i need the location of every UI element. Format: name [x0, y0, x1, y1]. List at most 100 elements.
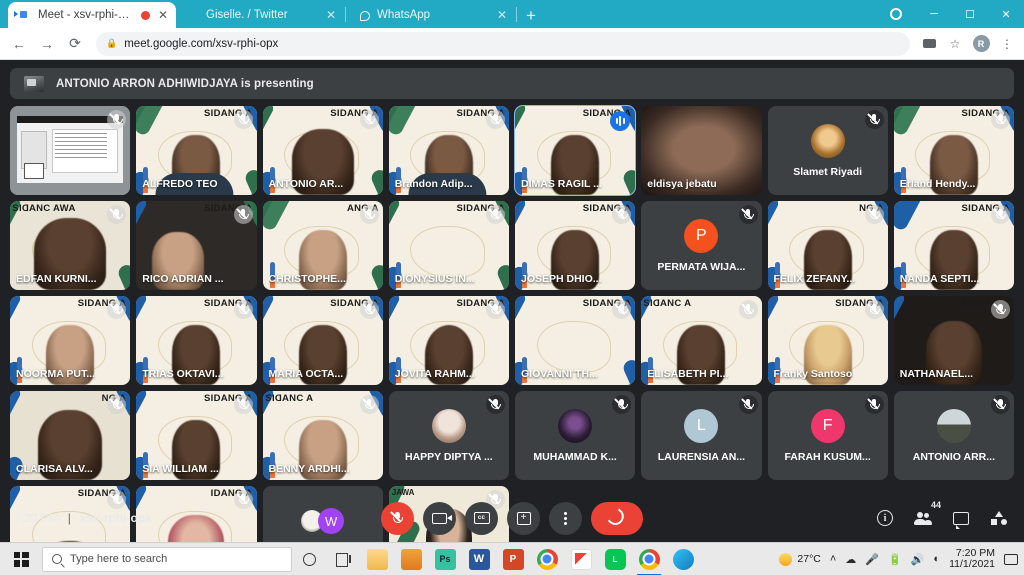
bookmark-star-icon[interactable]: ☆	[944, 33, 966, 55]
presentation-thumbnail-icon	[24, 75, 44, 92]
tile-screenshare[interactable]	[10, 106, 131, 195]
task-view-icon	[335, 553, 351, 567]
chrome-icon	[536, 548, 558, 570]
captions-button[interactable]: cc	[465, 501, 498, 535]
mic-off-icon	[486, 110, 505, 129]
tile-participant[interactable]: SIDANG A NOORMA PUT...	[10, 296, 131, 385]
taskbar-search-input[interactable]: Type here to search	[42, 546, 292, 572]
mic-off-icon	[991, 205, 1010, 224]
present-now-button[interactable]	[507, 501, 540, 535]
tile-participant[interactable]: SIDANG A ANTONIO AR...	[262, 106, 383, 195]
tile-participant[interactable]: NG A CLARISA ALV...	[10, 391, 131, 480]
tile-participant[interactable]: eldisya jebatu	[641, 106, 762, 195]
avatar: F	[810, 408, 845, 443]
tab-meet[interactable]: Meet - xsv-rphi-opx ✕	[8, 2, 176, 28]
google-meet-app: ANTONIO ARRON ADHIWIDJAYA is presenting …	[0, 61, 1024, 575]
battery-icon[interactable]: 🔋	[888, 553, 902, 566]
close-window-button[interactable]: ✕	[988, 0, 1024, 28]
tile-participant[interactable]: MUHAMMAD K...	[515, 391, 636, 480]
tile-participant[interactable]: SIDANG A SIA WILLIAM ...	[136, 391, 257, 480]
edge-button[interactable]	[666, 543, 700, 575]
word-button[interactable]: W	[462, 543, 496, 575]
tab-close-icon[interactable]: ✕	[495, 9, 509, 21]
participant-name: Slamet Riyadi	[793, 165, 863, 178]
tile-participant[interactable]: NG A FELIX ZEFANY...	[767, 201, 888, 290]
profile-avatar[interactable]: R	[970, 33, 992, 55]
tile-participant[interactable]: Slamet Riyadi	[767, 106, 888, 195]
reload-button[interactable]: ⟳	[62, 31, 88, 57]
onedrive-icon[interactable]: ☁	[845, 553, 856, 566]
file-explorer-button[interactable]	[360, 543, 394, 575]
mic-off-icon	[864, 205, 884, 224]
chrome-menu-button[interactable]: ⋮	[996, 33, 1018, 55]
microphone-off-button[interactable]	[381, 501, 414, 535]
volume-icon[interactable]: 🔊	[911, 553, 925, 566]
leave-call-button[interactable]	[591, 501, 643, 535]
tab-twitter[interactable]: Giselle. / Twitter ✕	[176, 2, 344, 28]
task-view-button[interactable]	[326, 543, 360, 575]
tile-participant[interactable]: A ƆИADIƧ BENNY ARDHI...	[262, 391, 383, 480]
forward-button[interactable]: →	[34, 31, 60, 57]
tile-participant[interactable]: L LAURENSIA AN...	[641, 391, 762, 480]
taskbar-clock[interactable]: 7:20 PM 11/1/2021	[949, 547, 995, 571]
cortana-button[interactable]	[292, 543, 326, 575]
tile-participant[interactable]: SIDANG A NANDA SEPTI...	[893, 201, 1014, 290]
minimize-button[interactable]: ─	[916, 0, 952, 28]
activities-button[interactable]	[988, 507, 1010, 529]
tab-title: Giselle. / Twitter	[206, 9, 288, 21]
microsoft-store-button[interactable]	[394, 543, 428, 575]
mic-off-icon	[991, 395, 1010, 414]
tile-participant[interactable]: SIDANG A DIONYSIUS IN...	[388, 201, 509, 290]
wifi-icon[interactable]: ◐	[933, 553, 940, 565]
tile-participant[interactable]: SIDANG A TRIAS OKTAVI...	[136, 296, 257, 385]
more-options-button[interactable]	[549, 501, 582, 535]
tile-participant[interactable]: ANTONIO ARR...	[893, 391, 1014, 480]
tile-participant[interactable]: F FARAH KUSUM...	[767, 391, 888, 480]
tile-participant[interactable]: SIDANG A ALFREDO TEO	[136, 106, 257, 195]
tab-title: Meet - xsv-rphi-opx	[38, 9, 135, 21]
chrome-active-button[interactable]	[632, 543, 666, 575]
tab-close-icon[interactable]: ✕	[324, 9, 338, 21]
tile-participant-speaking[interactable]: SIDANG A DIMAS RAGIL ...	[513, 105, 637, 196]
show-everyone-button[interactable]: 44	[912, 500, 941, 529]
camera-button[interactable]	[423, 501, 456, 535]
avatar-tile: ANTONIO ARR...	[894, 408, 1014, 463]
tile-participant[interactable]: SIDANG A MARIA OCTA...	[262, 296, 383, 385]
back-button[interactable]: ←	[6, 31, 32, 57]
tile-participant[interactable]: SIDANG A JOSEPH DHIO...	[515, 201, 636, 290]
tile-participant[interactable]: AWA ƆИADIƧ EDFAN KURNI...	[10, 201, 131, 290]
line-button[interactable]: L	[598, 543, 632, 575]
tile-participant[interactable]: ANG A CHRISTOPHE...	[262, 201, 383, 290]
clock-date: 11/1/2021	[949, 558, 995, 570]
tile-participant[interactable]: P PERMATA WIJA...	[641, 201, 762, 290]
new-tab-button[interactable]: +	[518, 7, 544, 28]
tile-participant[interactable]: SIDANG A Franky Santoso	[767, 296, 888, 385]
tile-participant[interactable]: SIDANG A Brandon Adip...	[388, 106, 509, 195]
tile-participant[interactable]: SIDANG A GIOVANNI TH...	[515, 296, 636, 385]
photoshop-button[interactable]: Ps	[428, 543, 462, 575]
camera-permission-icon[interactable]	[918, 33, 940, 55]
gmail-button[interactable]	[564, 543, 598, 575]
folder-icon	[366, 548, 388, 570]
tab-whatsapp[interactable]: WhatsApp ✕	[347, 2, 515, 28]
show-hidden-icons-button[interactable]: ˄	[830, 553, 836, 565]
presenting-banner: ANTONIO ARRON ADHIWIDJAYA is presenting	[10, 68, 1014, 99]
tile-participant[interactable]: SIDANG A JOVITA RAHM...	[388, 296, 509, 385]
recording-status-icon[interactable]	[880, 0, 916, 28]
tile-participant[interactable]: HAPPY DIPTYA ...	[388, 391, 509, 480]
tile-participant[interactable]: SIDANG A RICO ADRIAN ...	[136, 201, 257, 290]
tile-participant[interactable]: SIDANG A NATHANAEL...	[893, 296, 1014, 385]
maximize-button[interactable]: ☐	[952, 0, 988, 28]
meeting-details-button[interactable]: i	[874, 507, 896, 529]
mic-icon[interactable]: 🎤	[865, 553, 879, 566]
chat-button[interactable]	[950, 507, 972, 529]
start-button[interactable]	[0, 543, 42, 575]
tile-participant[interactable]: SIDANG A Erland Hendy...	[893, 106, 1014, 195]
powerpoint-button[interactable]: P	[496, 543, 530, 575]
tab-close-icon[interactable]: ✕	[156, 9, 170, 21]
tile-participant[interactable]: A ƆИADIƧ ELISABETH PI...	[641, 296, 762, 385]
weather-widget[interactable]: 27°C	[779, 552, 821, 566]
chrome-button[interactable]	[530, 543, 564, 575]
address-bar[interactable]: 🔒 meet.google.com/xsv-rphi-opx	[96, 31, 910, 56]
notification-icon[interactable]	[1004, 553, 1018, 565]
